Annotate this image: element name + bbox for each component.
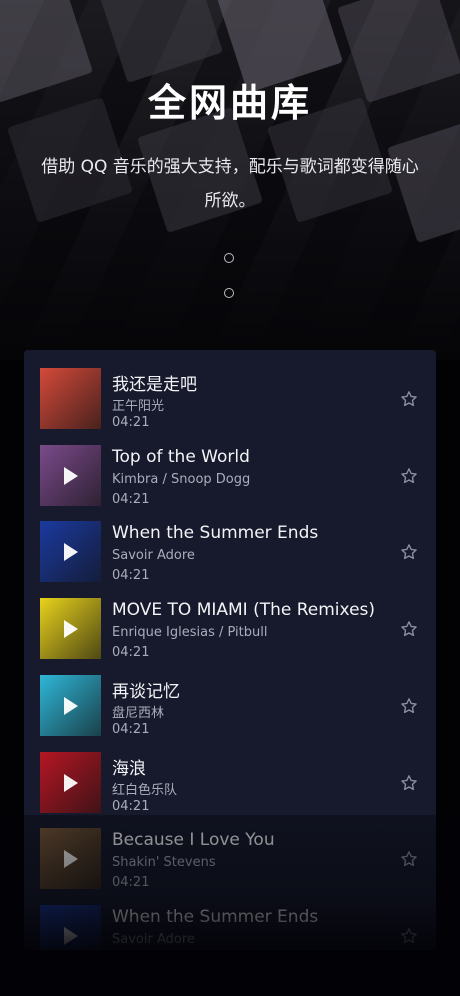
song-artist: 盘尼西林: [112, 706, 165, 721]
album-cover[interactable]: [40, 905, 101, 950]
song-title: 再谈记忆: [112, 682, 180, 702]
song-artist: 红白色乐队: [112, 783, 178, 798]
song-duration: 04:21: [112, 568, 150, 583]
song-row[interactable]: 海浪红白色乐队 04:21: [40, 752, 430, 814]
album-cover[interactable]: [40, 675, 101, 736]
play-icon[interactable]: [64, 697, 78, 715]
star-outline-icon[interactable]: [400, 774, 418, 792]
star-outline-icon[interactable]: [400, 543, 418, 561]
album-cover[interactable]: [40, 828, 101, 889]
star-outline-icon[interactable]: [400, 390, 418, 408]
play-icon[interactable]: [64, 850, 78, 868]
song-artist: Savoir Adore: [112, 932, 195, 947]
collage-tile: [96, 0, 224, 84]
song-title: 海浪: [112, 759, 146, 779]
play-icon[interactable]: [64, 927, 78, 945]
song-title: 我还是走吧: [112, 375, 197, 395]
song-title: MOVE TO MIAMI (The Remixes): [112, 600, 376, 620]
song-duration: 04:21: [112, 799, 150, 814]
song-row[interactable]: 再谈记忆盘尼西林 04:21: [40, 675, 430, 737]
album-cover[interactable]: [40, 598, 101, 659]
song-row[interactable]: When the Summer Ends Savoir Adore 04:21: [40, 521, 430, 583]
album-cover[interactable]: [40, 521, 101, 582]
album-cover[interactable]: [40, 368, 101, 429]
song-duration: 04:21: [112, 875, 150, 890]
page-title: 全网曲库: [147, 81, 312, 125]
song-artist: Enrique Iglesias / Pitbull: [112, 625, 268, 640]
pager-dot[interactable]: [224, 288, 234, 298]
song-row[interactable]: Top of the World Kimbra / Snoop Dogg 04:21: [40, 445, 430, 507]
song-duration: 04:21: [112, 722, 150, 737]
song-list: 我还是走吧 正午阳光 04:21 Top of the World Kimbra / S…: [24, 350, 436, 950]
album-cover[interactable]: [40, 445, 101, 506]
play-icon[interactable]: [64, 543, 78, 561]
pager-dot[interactable]: [224, 253, 234, 263]
song-artist: Savoir Adore: [112, 548, 195, 563]
song-artist: 正午阳光: [112, 399, 165, 414]
album-collage: [0, 0, 460, 260]
song-duration: 04:21: [112, 415, 150, 430]
play-icon[interactable]: [64, 467, 78, 485]
song-title: When the Summer Ends: [112, 907, 319, 927]
play-icon[interactable]: [64, 774, 78, 792]
song-duration: 04:21: [112, 492, 150, 507]
star-outline-icon[interactable]: [400, 927, 418, 945]
song-duration: 04:21: [112, 645, 150, 660]
song-row[interactable]: When the Summer EndsSavoir Adore04:21: [40, 905, 430, 950]
song-artist: Kimbra / Snoop Dogg: [112, 472, 251, 487]
star-outline-icon[interactable]: [400, 620, 418, 638]
album-cover[interactable]: [40, 752, 101, 813]
page-subtitle: 借助 QQ 音乐的强大支持，配乐与歌词都变得随心所欲。: [41, 157, 419, 211]
song-row[interactable]: MOVE TO MIAMI (The Remixes) Enrique Igles…: [40, 598, 430, 660]
song-artist: Shakin' Stevens: [112, 855, 216, 870]
star-outline-icon[interactable]: [400, 850, 418, 868]
play-icon[interactable]: [64, 620, 78, 638]
song-row[interactable]: Because I Love You Shakin' Stevens 04:21: [40, 828, 430, 890]
song-title: Top of the World: [112, 447, 250, 467]
song-title: When the Summer Ends: [112, 523, 319, 543]
song-row[interactable]: 我还是走吧正午阳光 04:21: [40, 368, 430, 430]
star-outline-icon[interactable]: [400, 467, 418, 485]
song-title: Because I Love You: [112, 830, 275, 850]
star-outline-icon[interactable]: [400, 697, 418, 715]
